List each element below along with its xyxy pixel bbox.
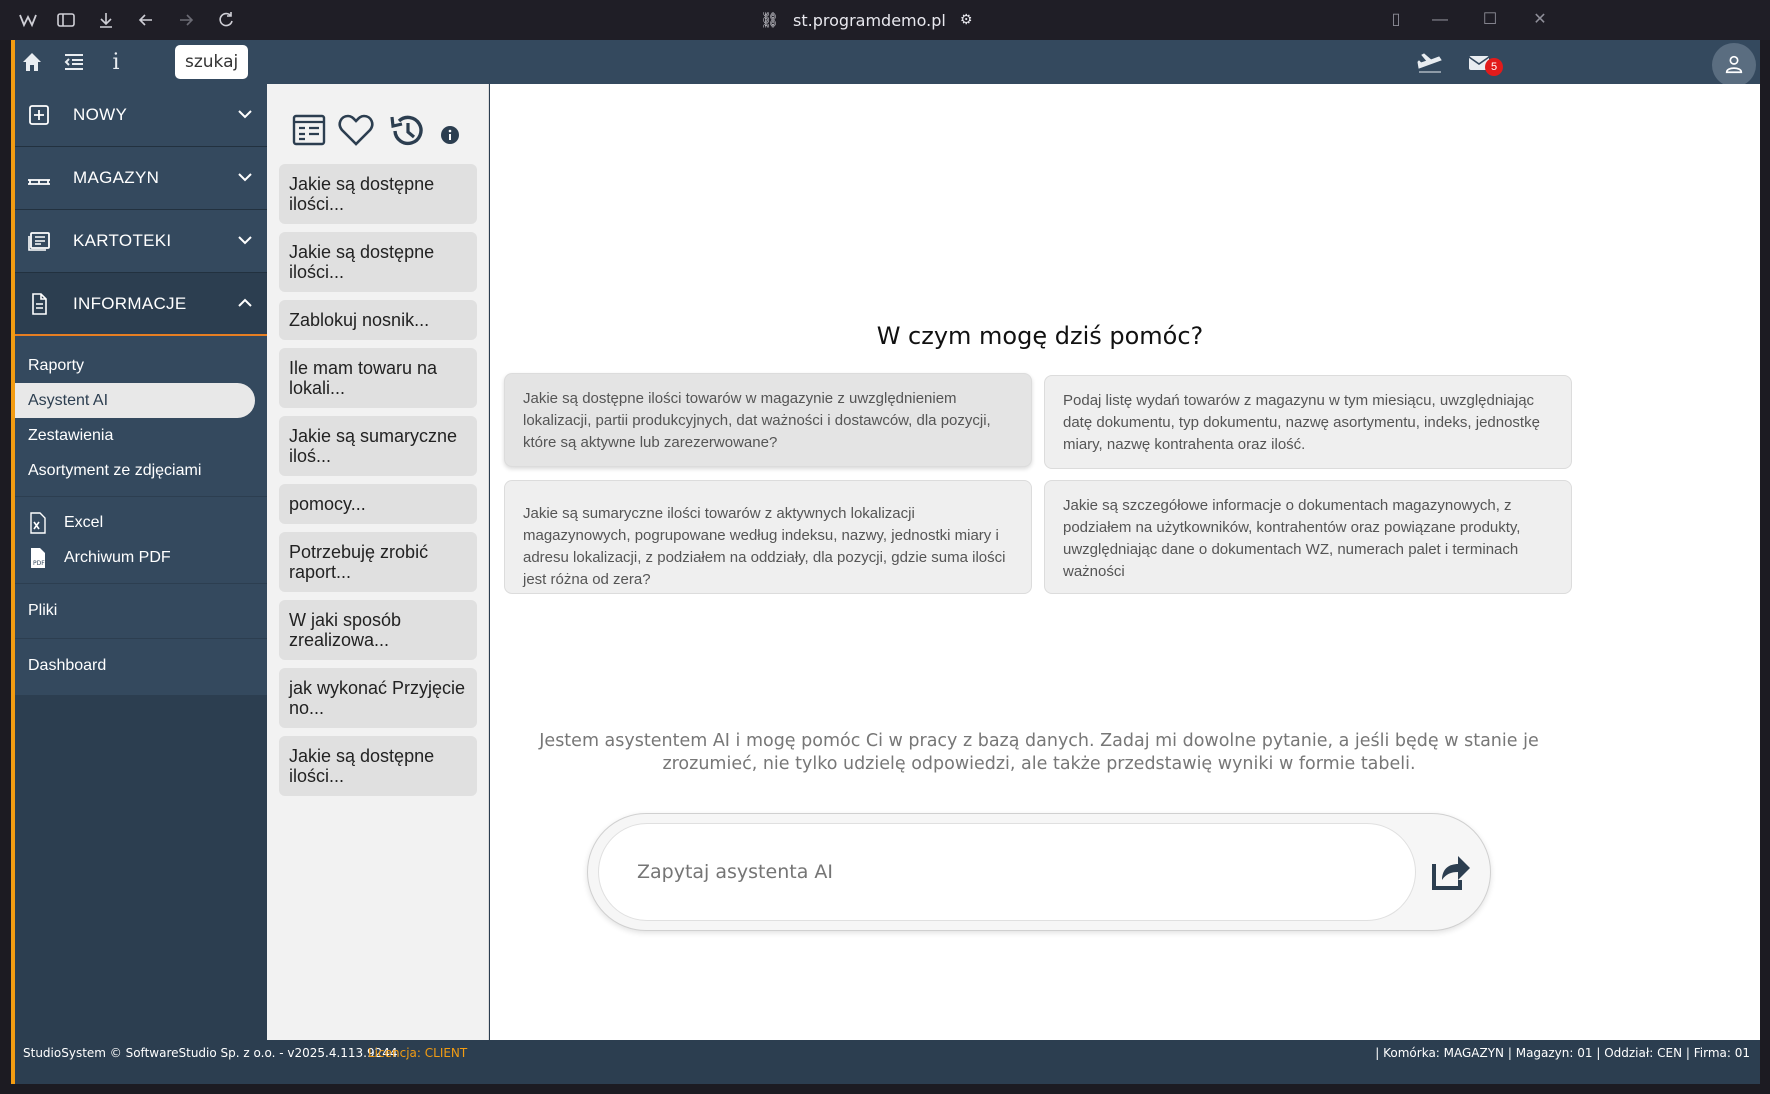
document-icon bbox=[32, 292, 47, 315]
excel-file-icon bbox=[30, 511, 46, 534]
sidebar-item-label: Archiwum PDF bbox=[64, 549, 171, 566]
suggestion-card[interactable]: Jakie są szczegółowe informacje o dokume… bbox=[1044, 480, 1572, 594]
sidebar-group-label: KARTOTEKI bbox=[73, 231, 172, 250]
mail-count-badge: 5 bbox=[1485, 58, 1503, 76]
pallet-icon bbox=[28, 179, 50, 185]
history-item[interactable]: W jaki sposób zrealizowa... bbox=[279, 600, 477, 660]
reload-icon[interactable] bbox=[216, 10, 236, 30]
user-avatar-icon[interactable] bbox=[1712, 43, 1756, 87]
chevron-up-icon[interactable] bbox=[235, 293, 255, 313]
link-icon: ⛓ bbox=[760, 11, 780, 29]
chat-input[interactable] bbox=[599, 824, 1415, 920]
divider bbox=[15, 638, 267, 639]
sidebar-item-asystent-ai[interactable]: Asystent AI bbox=[15, 383, 255, 418]
send-share-icon[interactable] bbox=[1428, 850, 1472, 894]
context-status-text: | Komórka: MAGAZYN | Magazyn: 01 | Oddzi… bbox=[1375, 1046, 1750, 1060]
history-item[interactable]: Jakie są dostępne ilości... bbox=[279, 736, 477, 796]
cards-icon bbox=[28, 232, 50, 251]
menu-collapse-icon[interactable] bbox=[61, 50, 87, 74]
chat-input-wrapper bbox=[598, 823, 1416, 921]
sidebar-group-label: MAGAZYN bbox=[73, 168, 160, 187]
plane-icon[interactable] bbox=[1415, 48, 1445, 78]
sidebar-item-archiwum-pdf[interactable]: PDF Archiwum PDF bbox=[15, 540, 267, 575]
ai-assistant-main: W czym mogę dziś pomóc? Jakie są dostępn… bbox=[490, 84, 1760, 1044]
sidebar-item-zestawienia[interactable]: Zestawienia bbox=[15, 418, 267, 453]
informacje-submenu: Raporty Asystent AI Zestawienia Asortyme… bbox=[15, 336, 267, 695]
mail-icon[interactable]: 5 bbox=[1467, 48, 1507, 78]
suggestion-card[interactable]: Jakie są sumaryczne ilości towarów z akt… bbox=[504, 480, 1032, 594]
history-item[interactable]: Jakie są sumaryczne iloś... bbox=[279, 416, 477, 476]
pdf-file-icon: PDF bbox=[31, 547, 45, 568]
license-text: Licencja: CLIENT bbox=[368, 1046, 468, 1060]
sidebar-item-asortyment[interactable]: Asortyment ze zdjęciami bbox=[15, 453, 267, 488]
browser-logo-icon[interactable] bbox=[18, 10, 38, 30]
back-arrow-icon[interactable] bbox=[136, 10, 156, 30]
chevron-down-icon[interactable] bbox=[235, 230, 255, 250]
sidebar-group-label: NOWY bbox=[73, 105, 128, 124]
chat-history-panel: Jakie są dostępne ilości... Jakie są dos… bbox=[267, 84, 489, 1044]
sidebar-item-dashboard[interactable]: Dashboard bbox=[15, 647, 267, 685]
info-icon[interactable]: i bbox=[103, 50, 129, 75]
history-clock-icon[interactable] bbox=[389, 112, 427, 150]
svg-text:PDF: PDF bbox=[33, 560, 45, 567]
plus-square-icon bbox=[29, 105, 49, 125]
sidebar-group-informacje[interactable]: INFORMACJE bbox=[15, 273, 267, 336]
split-view-icon[interactable]: ▯ bbox=[1384, 8, 1408, 32]
chevron-down-icon[interactable] bbox=[235, 167, 255, 187]
sidebar-toggle-icon[interactable] bbox=[56, 10, 76, 30]
app-topbar: i szukaj 5 bbox=[15, 40, 1760, 87]
history-toolbar bbox=[267, 84, 488, 164]
sidebar-group-magazyn[interactable]: MAGAZYN bbox=[15, 147, 267, 210]
chevron-down-icon[interactable] bbox=[235, 104, 255, 124]
sidebar-group-nowy[interactable]: NOWY bbox=[15, 84, 267, 147]
copyright-text: StudioSystem © SoftwareStudio Sp. z o.o.… bbox=[23, 1046, 398, 1060]
minimize-icon[interactable]: — bbox=[1428, 8, 1452, 32]
download-icon[interactable] bbox=[96, 10, 116, 30]
history-item[interactable]: Ile mam towaru na lokali... bbox=[279, 348, 477, 408]
history-item[interactable]: Zablokuj nosnik... bbox=[279, 300, 477, 340]
info-circle-icon[interactable] bbox=[441, 126, 459, 144]
chat-input-container bbox=[587, 813, 1491, 931]
forward-arrow-icon[interactable] bbox=[176, 10, 196, 30]
page-title: W czym mogę dziś pomóc? bbox=[876, 322, 1204, 350]
maximize-icon[interactable]: ☐ bbox=[1478, 8, 1502, 32]
sidebar-group-kartoteki[interactable]: KARTOTEKI bbox=[15, 210, 267, 273]
browser-toolbar: ⛓ st.programdemo.pl ⚙ ▯ — ☐ ✕ bbox=[0, 0, 1770, 40]
history-item[interactable]: Potrzebuję zrobić raport... bbox=[279, 532, 477, 592]
status-footer: StudioSystem © SoftwareStudio Sp. z o.o.… bbox=[15, 1040, 1760, 1066]
favorites-heart-icon[interactable] bbox=[337, 112, 375, 148]
close-window-icon[interactable]: ✕ bbox=[1528, 8, 1552, 32]
sidebar: NOWY MAGAZYN KARTOTEKI INFORMACJE Raport… bbox=[15, 84, 267, 1044]
suggestion-card[interactable]: Jakie są dostępne ilości towarów w magaz… bbox=[504, 373, 1032, 467]
history-item[interactable]: pomocy... bbox=[279, 484, 477, 524]
sidebar-item-raporty[interactable]: Raporty bbox=[15, 348, 267, 383]
sidebar-item-excel[interactable]: Excel bbox=[15, 505, 267, 540]
home-icon[interactable] bbox=[19, 50, 45, 74]
assistant-intro-text: Jestem asystentem AI i mogę pomóc Ci w p… bbox=[539, 731, 1539, 774]
search-button[interactable]: szukaj bbox=[175, 45, 249, 79]
sidebar-item-pliki[interactable]: Pliki bbox=[15, 592, 267, 630]
url-text[interactable]: st.programdemo.pl bbox=[793, 11, 946, 30]
new-chat-icon[interactable] bbox=[291, 112, 327, 148]
divider bbox=[15, 583, 267, 584]
address-bar[interactable]: ⛓ st.programdemo.pl ⚙ bbox=[760, 8, 972, 32]
sidebar-item-label: Excel bbox=[64, 514, 104, 531]
site-settings-icon[interactable]: ⚙ bbox=[960, 12, 973, 28]
app-window: i szukaj 5 NOWY MAGAZYN KARTOTEKI INFORM… bbox=[11, 40, 1760, 1084]
history-item[interactable]: Jakie są dostępne ilości... bbox=[279, 164, 477, 224]
history-item[interactable]: jak wykonać Przyjęcie no... bbox=[279, 668, 477, 728]
sidebar-group-label: INFORMACJE bbox=[73, 293, 187, 313]
divider bbox=[15, 496, 267, 497]
suggestion-card[interactable]: Podaj listę wydań towarów z magazynu w t… bbox=[1044, 375, 1572, 469]
history-item[interactable]: Jakie są dostępne ilości... bbox=[279, 232, 477, 292]
